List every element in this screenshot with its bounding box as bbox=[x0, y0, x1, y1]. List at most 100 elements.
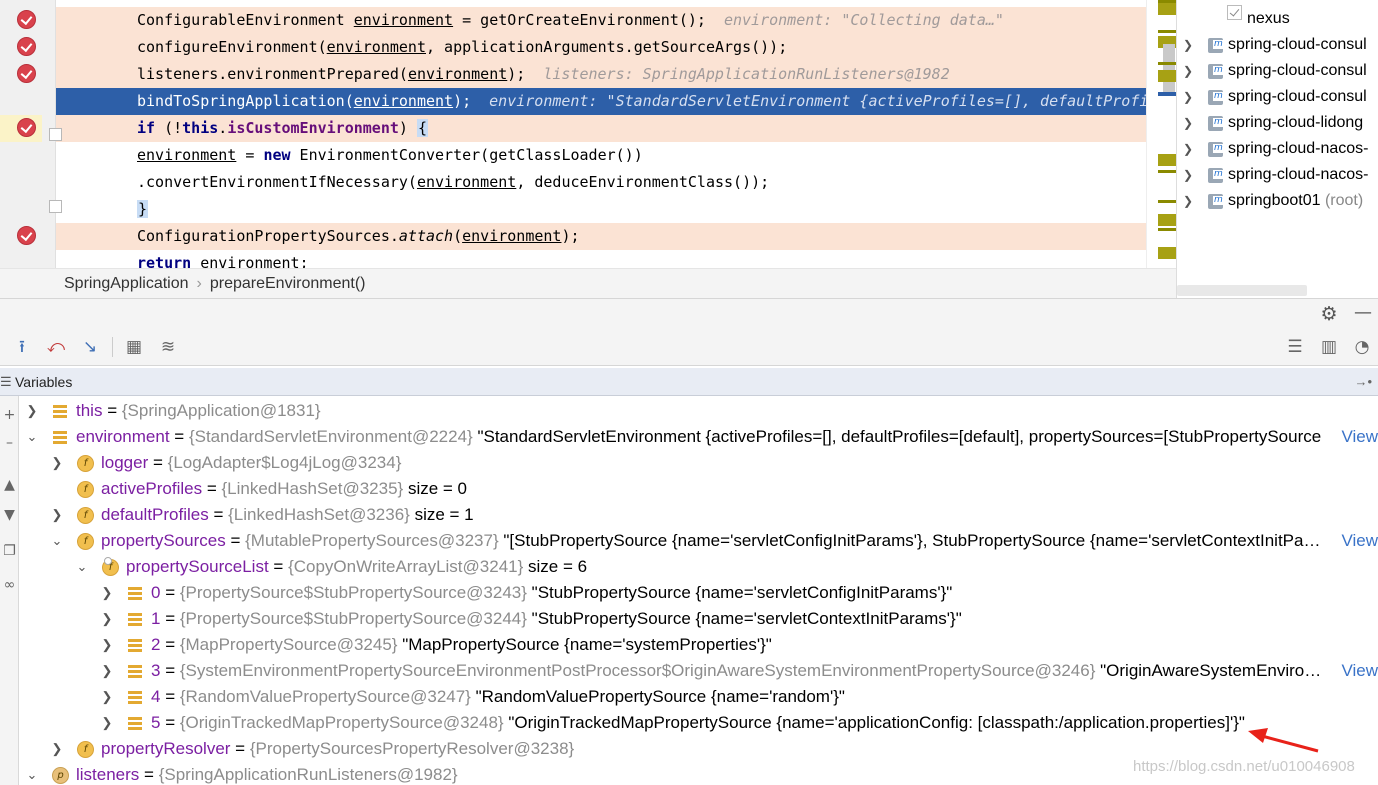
project-tree-item[interactable]: ❯ spring-cloud-consul bbox=[1177, 84, 1378, 110]
stripe-marker[interactable] bbox=[1158, 247, 1176, 259]
project-tree-item[interactable]: ❯ spring-cloud-nacos- bbox=[1177, 162, 1378, 188]
chevron-right-icon[interactable]: ❯ bbox=[100, 710, 114, 736]
chevron-right-icon[interactable]: ❯ bbox=[100, 658, 114, 684]
breadcrumb-method[interactable]: prepareEnvironment() bbox=[210, 275, 366, 292]
variable-row[interactable]: ❯ this = {SpringApplication@1831} bbox=[20, 398, 1378, 424]
breakpoint-icon[interactable] bbox=[17, 37, 36, 56]
chevron-down-icon[interactable]: ⌄ bbox=[25, 762, 39, 785]
code-line[interactable]: bindToSpringApplication(environment); env… bbox=[56, 88, 1146, 115]
variable-row[interactable]: ❯ 4 = {RandomValuePropertySource@3247} "R… bbox=[20, 684, 1378, 710]
trace-current-stream-icon[interactable]: ≋ bbox=[156, 335, 180, 359]
stripe-marker[interactable] bbox=[1158, 228, 1176, 231]
project-tree[interactable]: nexus ❯ spring-cloud-consul ❯ spring-cloud-c… bbox=[1176, 0, 1378, 298]
code-line[interactable]: if (!this.isCustomEnvironment) { bbox=[56, 115, 1146, 142]
chevron-right-icon[interactable]: ❯ bbox=[100, 580, 114, 606]
chevron-down-icon[interactable]: ⌄ bbox=[25, 424, 39, 450]
editor-gutter[interactable] bbox=[0, 0, 56, 268]
variable-row[interactable]: ❯ f defaultProfiles = {LinkedHashSet@3236}… bbox=[20, 502, 1378, 528]
project-tree-hscroll[interactable] bbox=[1177, 285, 1307, 296]
checkbox-icon[interactable] bbox=[1227, 5, 1242, 20]
breadcrumb-class[interactable]: SpringApplication bbox=[64, 275, 189, 292]
stripe-marker[interactable] bbox=[1158, 62, 1176, 65]
project-tree-item[interactable]: ❯ spring-cloud-consul bbox=[1177, 32, 1378, 58]
chevron-right-icon[interactable]: ❯ bbox=[100, 684, 114, 710]
minimize-icon[interactable]: — bbox=[1352, 302, 1374, 324]
code-line[interactable]: configureEnvironment(environment, applic… bbox=[56, 34, 1146, 61]
chevron-right-icon[interactable]: ❯ bbox=[100, 606, 114, 632]
stripe-marker[interactable] bbox=[1158, 200, 1176, 203]
stripe-marker[interactable] bbox=[1158, 30, 1176, 33]
variables-menu-icon[interactable]: ☰ bbox=[0, 368, 12, 396]
view-link[interactable]: View bbox=[1337, 528, 1378, 554]
chevron-right-icon[interactable]: ❯ bbox=[1183, 32, 1193, 58]
layout-icon[interactable]: ☰ bbox=[1283, 335, 1307, 359]
variable-row[interactable]: ❯ 0 = {PropertySource$StubPropertySource@… bbox=[20, 580, 1378, 606]
view-link[interactable]: View bbox=[1337, 424, 1378, 450]
show-execution-point-icon[interactable]: ⭱ bbox=[10, 335, 34, 359]
copy-icon[interactable]: ❐ bbox=[0, 540, 19, 562]
remove-watch-icon[interactable]: – bbox=[0, 432, 19, 454]
project-tree-item[interactable]: ❯ spring-cloud-consul bbox=[1177, 58, 1378, 84]
fold-marker-icon[interactable] bbox=[49, 200, 62, 213]
chevron-right-icon[interactable]: ❯ bbox=[50, 450, 64, 476]
chevron-right-icon[interactable]: ❯ bbox=[1183, 162, 1193, 188]
project-tree-item[interactable]: ❯ spring-cloud-lidong bbox=[1177, 110, 1378, 136]
chevron-right-icon[interactable]: ❯ bbox=[50, 736, 64, 762]
chevron-down-icon[interactable]: ⌄ bbox=[75, 554, 89, 580]
drop-frame-icon[interactable]: ⤺ bbox=[44, 335, 68, 359]
variable-row[interactable]: ❯ f logger = {LogAdapter$Log4jLog@3234} bbox=[20, 450, 1378, 476]
fold-marker-icon[interactable] bbox=[49, 128, 62, 141]
breakpoint-icon[interactable] bbox=[17, 118, 36, 137]
stripe-marker[interactable] bbox=[1158, 70, 1176, 82]
settings-gear-icon[interactable]: ⚙ bbox=[1318, 303, 1340, 325]
breakpoint-icon[interactable] bbox=[17, 10, 36, 29]
pin-tab-icon[interactable]: →• bbox=[1354, 368, 1372, 396]
chevron-down-icon[interactable]: ⌄ bbox=[50, 528, 64, 554]
chevron-right-icon[interactable]: ❯ bbox=[1183, 110, 1193, 136]
chevron-right-icon[interactable]: ❯ bbox=[100, 632, 114, 658]
variable-row[interactable]: ❯ 3 = {SystemEnvironmentPropertySourceEnv… bbox=[20, 658, 1378, 684]
code-line[interactable]: } bbox=[56, 196, 1146, 223]
variable-row[interactable]: ❯ 1 = {PropertySource$StubPropertySource@… bbox=[20, 606, 1378, 632]
chevron-right-icon[interactable]: ❯ bbox=[1183, 84, 1193, 110]
project-tree-item[interactable]: ❯ springboot01 (root) bbox=[1177, 188, 1378, 214]
variables-tree[interactable]: ❯ this = {SpringApplication@1831} ⌄ environ… bbox=[20, 398, 1378, 785]
variable-row[interactable]: ⌄ f propertySources = {MutablePropertySour… bbox=[20, 528, 1378, 554]
variable-row[interactable]: ⌄ f propertySourceList = {CopyOnWriteArray… bbox=[20, 554, 1378, 580]
project-tree-item[interactable]: nexus bbox=[1177, 0, 1378, 27]
chevron-right-icon[interactable]: ❯ bbox=[25, 398, 39, 424]
stripe-marker[interactable] bbox=[1158, 170, 1176, 173]
add-watch-icon[interactable]: + bbox=[0, 404, 19, 426]
stripe-marker[interactable] bbox=[1158, 92, 1176, 96]
variable-row[interactable]: ❯ 5 = {OriginTrackedMapPropertySource@324… bbox=[20, 710, 1378, 736]
code-editor[interactable]: ConfigurableEnvironment environment = ge… bbox=[0, 0, 1176, 268]
code-line[interactable]: environment = new EnvironmentConverter(g… bbox=[56, 142, 1146, 169]
show-watches-icon[interactable]: ∞ bbox=[0, 574, 19, 596]
code-line[interactable]: return environment; bbox=[56, 250, 1146, 268]
stripe-marker[interactable] bbox=[1158, 3, 1176, 15]
memory-gauge-icon[interactable]: ◔ bbox=[1350, 335, 1374, 359]
chevron-right-icon[interactable]: ❯ bbox=[1183, 188, 1193, 214]
code-line[interactable]: .convertEnvironmentIfNecessary(environme… bbox=[56, 169, 1146, 196]
code-line[interactable]: listeners.environmentPrepared(environmen… bbox=[56, 61, 1146, 88]
stripe-marker[interactable] bbox=[1158, 214, 1176, 226]
chevron-right-icon[interactable]: ❯ bbox=[1183, 136, 1193, 162]
project-tree-item[interactable]: ❯ spring-cloud-nacos- bbox=[1177, 136, 1378, 162]
restore-layout-icon[interactable]: ▥ bbox=[1317, 335, 1341, 359]
code-line[interactable]: ConfigurableEnvironment environment = ge… bbox=[56, 7, 1146, 34]
code-line[interactable]: ConfigurationPropertySources.attach(envi… bbox=[56, 223, 1146, 250]
move-down-icon[interactable]: ▼ bbox=[0, 504, 19, 526]
error-stripe[interactable] bbox=[1146, 0, 1176, 268]
variable-row[interactable]: ⌄ environment = {StandardServletEnvironme… bbox=[20, 424, 1378, 450]
breakpoint-icon[interactable] bbox=[17, 64, 36, 83]
variable-row[interactable]: ❯ 2 = {MapPropertySource@3245} "MapProper… bbox=[20, 632, 1378, 658]
force-step-into-icon[interactable]: ↘ bbox=[78, 335, 102, 359]
stripe-marker[interactable] bbox=[1158, 154, 1176, 166]
chevron-right-icon[interactable]: ❯ bbox=[1183, 58, 1193, 84]
variable-row[interactable]: f activeProfiles = {LinkedHashSet@3235} s… bbox=[20, 476, 1378, 502]
move-up-icon[interactable]: ▲ bbox=[0, 474, 19, 496]
chevron-right-icon[interactable]: ❯ bbox=[50, 502, 64, 528]
breakpoint-icon[interactable] bbox=[17, 226, 36, 245]
view-link[interactable]: View bbox=[1337, 658, 1378, 684]
evaluate-expression-icon[interactable]: ▦ bbox=[122, 335, 146, 359]
